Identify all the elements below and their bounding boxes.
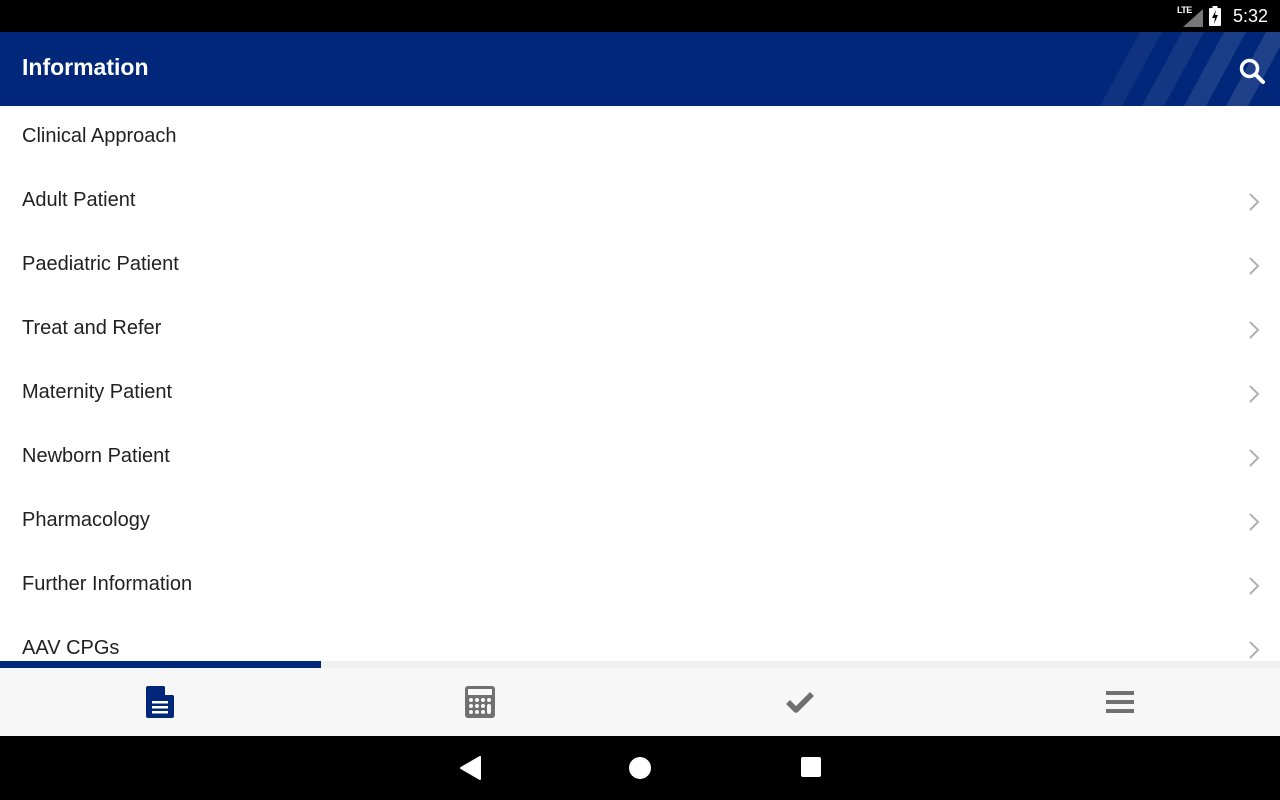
chevron-right-icon [1249,193,1260,211]
list-item[interactable]: Pharmacology [0,490,1280,554]
back-button[interactable] [460,756,482,785]
battery-charging-icon [1208,6,1221,26]
menu-icon [1106,691,1134,713]
chevron-right-icon [1249,513,1260,531]
chevron-right-icon [1249,449,1260,467]
list-item-label: Treat and Refer [22,317,162,339]
list-item-label: AAV CPGs [22,637,120,659]
list-item[interactable]: Newborn Patient [0,426,1280,490]
home-icon [629,757,651,779]
list-item-label: Further Information [22,573,193,595]
chevron-right-icon [1249,577,1260,595]
back-icon [460,756,481,780]
list-item-label: Newborn Patient [22,445,170,467]
app-bar: Information [0,32,1280,106]
list-item[interactable]: Clinical Approach [0,106,1280,170]
list-item[interactable]: Maternity Patient [0,362,1280,426]
list-item[interactable]: Treat and Refer [0,298,1280,362]
calculator-icon [465,686,495,718]
chevron-right-icon [1249,385,1260,403]
chevron-right-icon [1249,641,1260,659]
bottom-navigation [0,668,1280,736]
list-item[interactable]: AAV CPGs [0,618,1280,662]
tab-checklist[interactable] [640,668,960,736]
search-button[interactable] [1238,57,1266,85]
tab-calculator[interactable] [320,668,640,736]
page-title: Information [22,54,149,80]
tab-information[interactable] [0,668,320,736]
list-item-label: Paediatric Patient [22,253,179,275]
status-bar: LTE 5:32 [0,0,1280,32]
home-button[interactable] [628,756,652,785]
list-item-label: Adult Patient [22,189,136,211]
document-icon [146,686,174,718]
list-item-label: Maternity Patient [22,381,173,403]
lte-signal-icon: LTE [1177,5,1203,27]
recents-icon [801,757,821,777]
system-navigation-bar [0,736,1280,800]
tab-indicator-track [0,661,1280,668]
tab-menu[interactable] [960,668,1280,736]
chevron-right-icon [1249,257,1260,275]
search-icon [1239,58,1265,84]
list-item[interactable]: Further Information [0,554,1280,618]
recents-button[interactable] [800,756,822,783]
list-item[interactable]: Paediatric Patient [0,234,1280,298]
clock: 5:32 [1232,5,1268,26]
list-item[interactable]: Adult Patient [0,170,1280,234]
active-tab-indicator [0,661,321,668]
checkmark-icon [786,692,814,713]
chevron-right-icon [1249,321,1260,339]
list-item-label: Clinical Approach [22,125,177,147]
list-item-label: Pharmacology [22,509,150,531]
information-list: Clinical Approach Adult Patient Paediatric… [0,106,1280,662]
